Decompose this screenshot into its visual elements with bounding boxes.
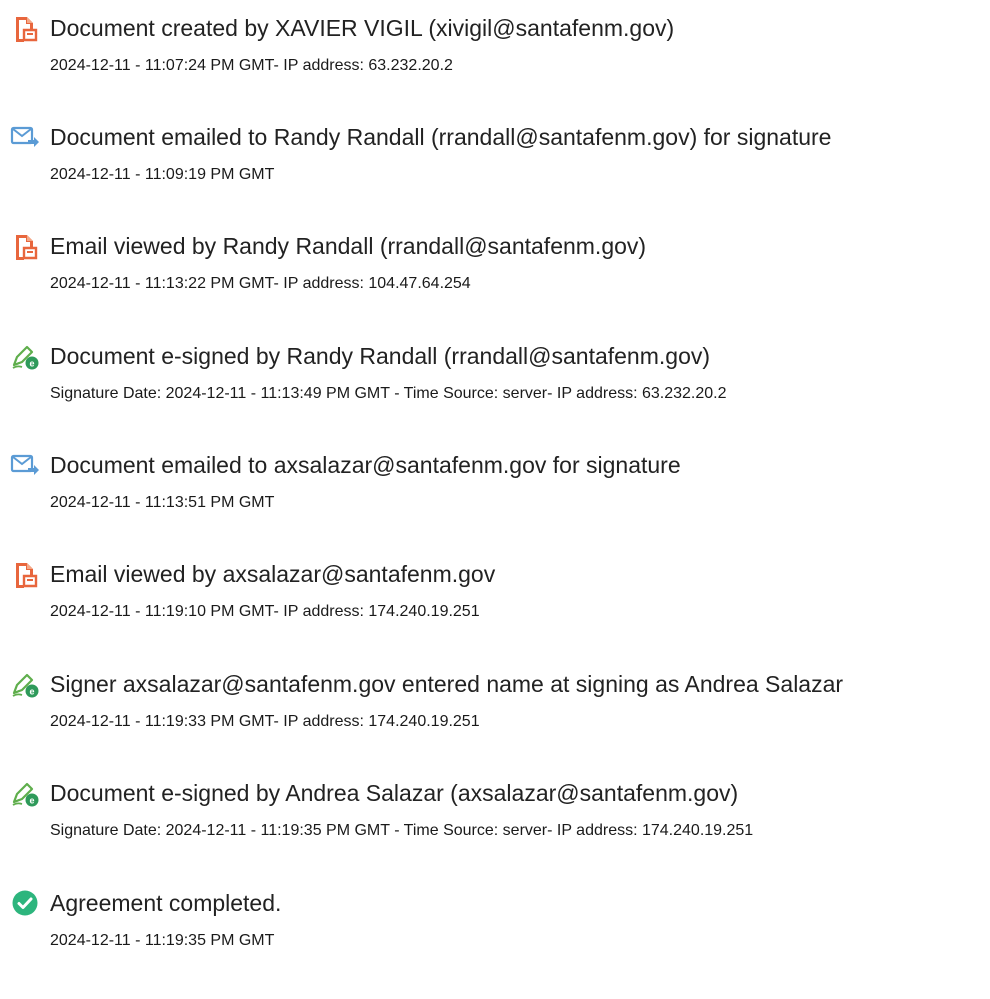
timeline-event: e Signer axsalazar@santafenm.gov entered… xyxy=(0,668,990,768)
document-icon xyxy=(10,231,40,261)
svg-text:e: e xyxy=(29,796,34,806)
event-title: Document e-signed by Andrea Salazar (axs… xyxy=(50,780,739,806)
timeline-event: Agreement completed. 2024-12-11 - 11:19:… xyxy=(0,887,990,987)
event-title: Document e-signed by Randy Randall (rran… xyxy=(50,343,711,369)
event-title: Document emailed to Randy Randall (rrand… xyxy=(50,124,832,150)
event-detail: 2024-12-11 - 11:19:35 PM GMT xyxy=(50,932,275,949)
timeline-event: Email viewed by Randy Randall (rrandall@… xyxy=(0,230,990,330)
event-title: Email viewed by axsalazar@santafenm.gov xyxy=(50,561,496,587)
timeline-event: Document emailed to Randy Randall (rrand… xyxy=(0,121,990,221)
event-detail: 2024-12-11 - 11:07:24 PM GMT- IP address… xyxy=(50,57,453,74)
event-detail: 2024-12-11 - 11:13:22 PM GMT- IP address… xyxy=(50,275,471,292)
event-title: Agreement completed. xyxy=(50,890,282,916)
event-title: Signer axsalazar@santafenm.gov entered n… xyxy=(50,671,844,697)
svg-text:e: e xyxy=(29,359,34,369)
timeline-event: e Document e-signed by Andrea Salazar (a… xyxy=(0,777,990,877)
event-title: Document emailed to axsalazar@santafenm.… xyxy=(50,452,681,478)
email-icon xyxy=(10,450,40,480)
event-detail: 2024-12-11 - 11:13:51 PM GMT xyxy=(50,494,275,511)
event-detail: 2024-12-11 - 11:19:33 PM GMT- IP address… xyxy=(50,713,480,730)
pen-icon: e xyxy=(10,669,40,699)
timeline-event: Document created by XAVIER VIGIL (xivigi… xyxy=(0,12,990,112)
pen-icon: e xyxy=(10,341,40,371)
checkmark-icon xyxy=(10,888,40,918)
timeline-event: e Document e-signed by Randy Randall (rr… xyxy=(0,340,990,440)
svg-text:e: e xyxy=(29,687,34,697)
timeline-event: Document emailed to axsalazar@santafenm.… xyxy=(0,449,990,549)
event-detail: Signature Date: 2024-12-11 - 11:13:49 PM… xyxy=(50,385,727,402)
event-title: Document created by XAVIER VIGIL (xivigi… xyxy=(50,15,675,41)
document-icon xyxy=(10,559,40,589)
timeline-event: Email viewed by axsalazar@santafenm.gov … xyxy=(0,558,990,658)
document-icon xyxy=(10,13,40,43)
audit-trail-timeline: Document created by XAVIER VIGIL (xivigi… xyxy=(0,0,990,999)
pen-icon: e xyxy=(10,778,40,808)
event-detail: 2024-12-11 - 11:09:19 PM GMT xyxy=(50,166,275,183)
event-detail: 2024-12-11 - 11:19:10 PM GMT- IP address… xyxy=(50,603,480,620)
event-title: Email viewed by Randy Randall (rrandall@… xyxy=(50,233,647,259)
event-detail: Signature Date: 2024-12-11 - 11:19:35 PM… xyxy=(50,822,754,839)
email-icon xyxy=(10,122,40,152)
